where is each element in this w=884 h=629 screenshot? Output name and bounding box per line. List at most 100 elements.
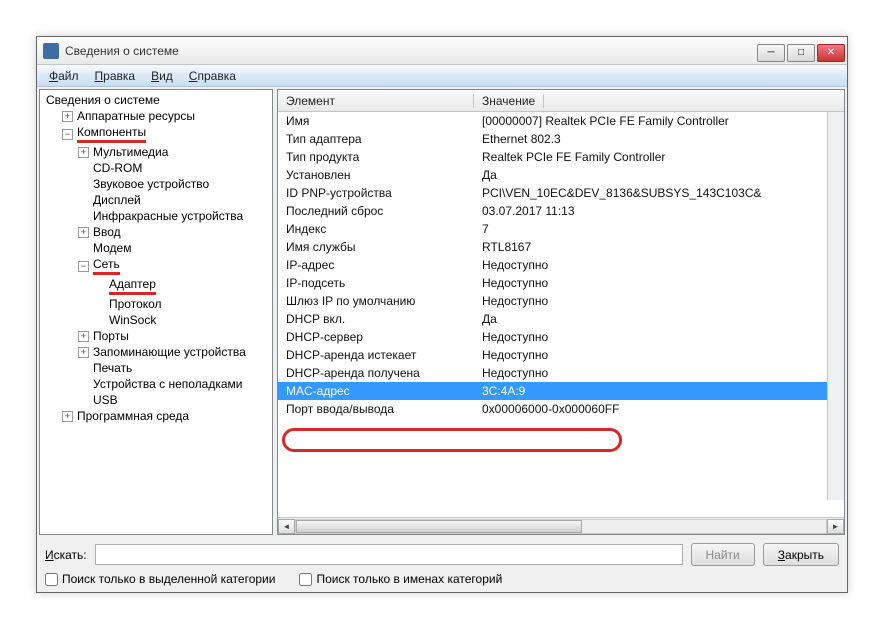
expand-icon[interactable]: + [78,227,89,238]
close-search-button[interactable]: Закрыть [763,543,839,566]
cell-value: 03.07.2017 11:13 [474,202,844,220]
menu-file[interactable]: ФФайлайл [41,67,87,85]
table-row[interactable]: DHCP-аренда истекаетНедоступно [278,346,844,364]
table-row[interactable]: Последний сброс03.07.2017 11:13 [278,202,844,220]
cell-key: Имя службы [278,238,474,256]
table-row[interactable]: УстановленДа [278,166,844,184]
expand-icon[interactable]: + [78,347,89,358]
tree-multimedia[interactable]: +Мультимедиа [76,144,272,160]
collapse-icon[interactable]: − [78,261,89,272]
tree-modem[interactable]: Модем [76,240,272,256]
table-row[interactable]: Имя[00000007] Realtek PCIe FE Family Con… [278,112,844,130]
cell-value: Недоступно [474,346,844,364]
scroll-thumb[interactable] [296,520,582,533]
menu-help[interactable]: Справка [181,67,244,85]
expand-icon[interactable]: + [78,331,89,342]
tree-components[interactable]: −Компоненты [60,124,272,144]
tree-winsock[interactable]: WinSock [92,312,272,328]
expand-icon[interactable]: + [62,411,73,422]
cell-key: DHCP вкл. [278,310,474,328]
table-row[interactable]: Порт ввода/вывода0x00006000-0x000060FF [278,400,844,418]
table-row[interactable]: Индекс7 [278,220,844,238]
cell-key: Индекс [278,220,474,238]
maximize-button[interactable]: □ [787,44,815,62]
cell-value: Realtek PCIe FE Family Controller [474,148,844,166]
cell-key: Установлен [278,166,474,184]
menubar: ФФайлайл Правка Вид Справка [37,65,847,87]
table-row[interactable]: Имя службыRTL8167 [278,238,844,256]
tree-problem[interactable]: Устройства с неполадками [76,376,272,392]
scroll-right-button[interactable]: ► [827,519,844,534]
horizontal-scrollbar[interactable]: ◄ ► [278,517,844,534]
cell-value: Недоступно [474,256,844,274]
table-row[interactable]: Тип адаптераEthernet 802.3 [278,130,844,148]
cell-key: ID PNP-устройства [278,184,474,202]
close-button[interactable]: ✕ [817,44,845,62]
cell-value: 7 [474,220,844,238]
header-value[interactable]: Значение [474,94,544,108]
cell-value: Недоступно [474,292,844,310]
cell-key: DHCP-аренда истекает [278,346,474,364]
chk-names[interactable]: Поиск только в именах категорий [299,572,502,586]
table-row[interactable]: ID PNP-устройстваPCI\VEN_10EC&DEV_8136&S… [278,184,844,202]
tree-network[interactable]: −Сеть [76,256,272,276]
cell-key: DHCP-аренда получена [278,364,474,382]
cell-value: Ethernet 802.3 [474,130,844,148]
tree-storage[interactable]: +Запоминающие устройства [76,344,272,360]
cell-value: [00000007] Realtek PCIe FE Family Contro… [474,112,844,130]
tree-hardware[interactable]: +Аппаратные ресурсы [60,108,272,124]
table-row[interactable]: MAC-адрес3C:4A:9 [278,382,844,400]
titlebar[interactable]: Сведения о системе ─ □ ✕ [37,37,847,65]
collapse-icon[interactable]: − [62,129,73,140]
cell-key: Имя [278,112,474,130]
chk-category-box[interactable] [45,573,58,586]
find-button[interactable]: Найти [691,543,755,566]
table-row[interactable]: DHCP-серверНедоступно [278,328,844,346]
tree-root[interactable]: Сведения о системе [44,92,272,108]
cell-key: Тип адаптера [278,130,474,148]
cell-value: 3C:4A:9 [474,382,844,400]
cell-key: Порт ввода/вывода [278,400,474,418]
details-pane: Элемент Значение Имя[00000007] Realtek P… [277,89,845,535]
cell-key: Последний сброс [278,202,474,220]
cell-value: Недоступно [474,364,844,382]
tree-infrared[interactable]: Инфракрасные устройства [76,208,272,224]
search-input[interactable] [95,544,683,565]
tree-input[interactable]: +Ввод [76,224,272,240]
table-row[interactable]: Тип продуктаRealtek PCIe FE Family Contr… [278,148,844,166]
tree-ports[interactable]: +Порты [76,328,272,344]
vertical-scrollbar[interactable] [827,112,844,500]
tree-cdrom[interactable]: CD-ROM [76,160,272,176]
tree-swenv[interactable]: +Программная среда [60,408,272,424]
grid-header[interactable]: Элемент Значение [278,90,844,112]
table-row[interactable]: IP-адресНедоступно [278,256,844,274]
minimize-button[interactable]: ─ [757,44,785,62]
tree-adapter[interactable]: Адаптер [92,276,272,296]
grid-body[interactable]: Имя[00000007] Realtek PCIe FE Family Con… [278,112,844,517]
tree-protocol[interactable]: Протокол [92,296,272,312]
header-element[interactable]: Элемент [278,94,474,108]
table-row[interactable]: IP-подсетьНедоступно [278,274,844,292]
cell-key: Тип продукта [278,148,474,166]
scroll-left-button[interactable]: ◄ [278,519,295,534]
scroll-track[interactable] [295,519,827,534]
tree-sound[interactable]: Звуковое устройство [76,176,272,192]
expand-icon[interactable]: + [62,111,73,122]
cell-value: Недоступно [474,328,844,346]
menu-view[interactable]: Вид [143,67,181,85]
cell-value: Да [474,166,844,184]
cell-value: 0x00006000-0x000060FF [474,400,844,418]
tree-usb[interactable]: USB [76,392,272,408]
menu-edit[interactable]: Правка [87,67,144,85]
chk-category[interactable]: Поиск только в выделенной категории [45,572,275,586]
category-tree[interactable]: Сведения о системе +Аппаратные ресурсы −… [39,89,273,535]
table-row[interactable]: DHCP-аренда полученаНедоступно [278,364,844,382]
window-title: Сведения о системе [65,44,757,58]
expand-icon[interactable]: + [78,147,89,158]
cell-key: Шлюз IP по умолчанию [278,292,474,310]
tree-print[interactable]: Печать [76,360,272,376]
tree-display[interactable]: Дисплей [76,192,272,208]
table-row[interactable]: Шлюз IP по умолчаниюНедоступно [278,292,844,310]
chk-names-box[interactable] [299,573,312,586]
table-row[interactable]: DHCP вкл.Да [278,310,844,328]
